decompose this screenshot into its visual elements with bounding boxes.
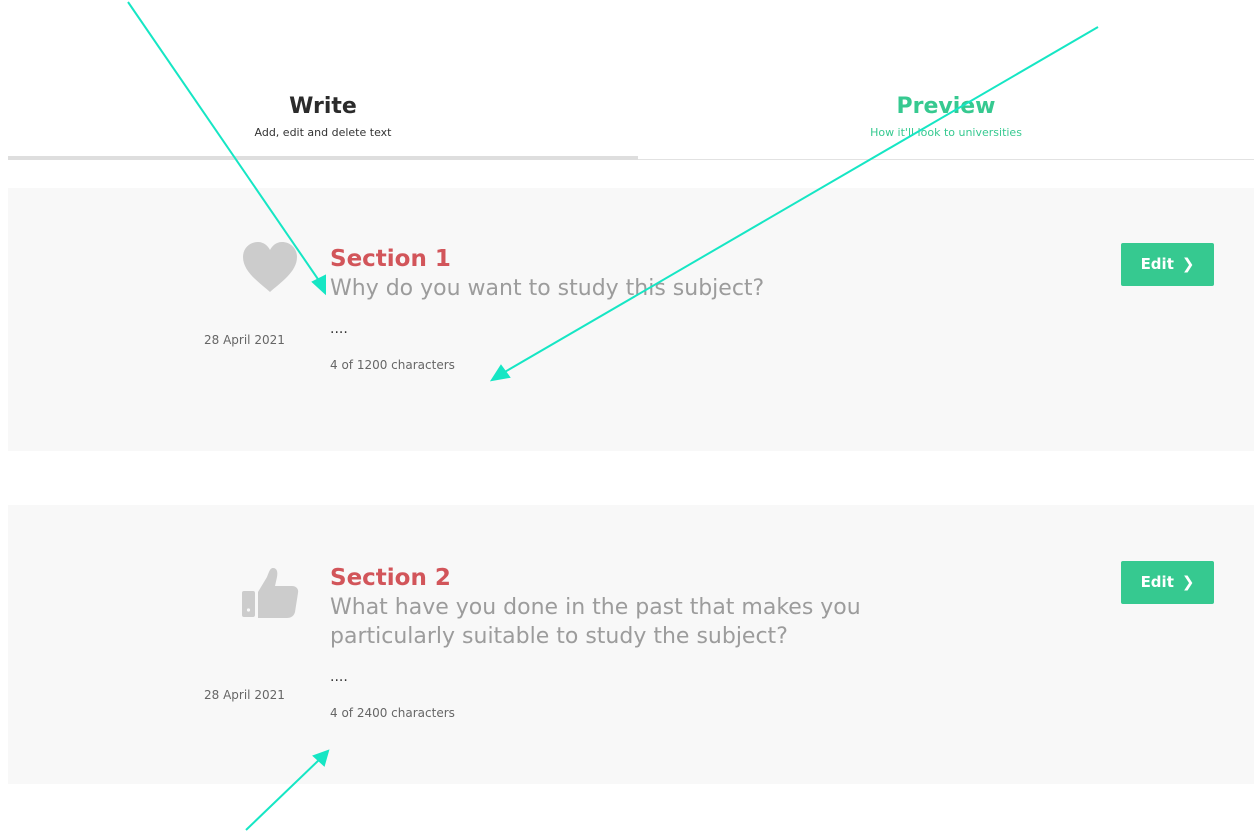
section-text: .... (330, 669, 348, 685)
heart-icon (243, 242, 297, 292)
section-date: 28 April 2021 (204, 688, 285, 702)
tab-write[interactable]: Write Add, edit and delete text (8, 82, 638, 140)
edit-button[interactable]: Edit ❯ (1121, 243, 1214, 286)
section-question: Why do you want to study this subject? (330, 276, 765, 301)
tab-write-subtitle: Add, edit and delete text (254, 126, 392, 139)
section-title: Section 2 (330, 565, 451, 591)
tab-preview-title: Preview (896, 94, 996, 119)
character-count: 4 of 1200 characters (330, 358, 455, 372)
tab-preview[interactable]: Preview How it'll look to universities (638, 82, 1254, 140)
chevron-right-icon: ❯ (1181, 573, 1195, 591)
chevron-right-icon: ❯ (1181, 255, 1195, 273)
section-title: Section 1 (330, 246, 451, 272)
edit-button-label: Edit (1140, 255, 1174, 273)
active-tab-indicator (8, 156, 638, 160)
tab-preview-subtitle: How it'll look to universities (870, 126, 1022, 139)
tab-write-title: Write (289, 94, 357, 119)
section-content: Section 1 Why do you want to study this … (330, 244, 950, 373)
section-content: Section 2 What have you done in the past… (330, 563, 950, 721)
section-date: 28 April 2021 (204, 333, 285, 347)
section-card: 28 April 2021 Section 1 Why do you want … (8, 188, 1254, 451)
section-text: .... (330, 321, 348, 337)
edit-button[interactable]: Edit ❯ (1121, 561, 1214, 604)
section-card: 28 April 2021 Section 2 What have you do… (8, 505, 1254, 784)
tab-divider (638, 159, 1254, 160)
thumbs-up-icon (242, 568, 299, 618)
tab-bar: Write Add, edit and delete text Preview … (8, 82, 1254, 162)
section-question: What have you done in the past that make… (330, 595, 861, 649)
character-count: 4 of 2400 characters (330, 706, 455, 720)
edit-button-label: Edit (1140, 573, 1174, 591)
